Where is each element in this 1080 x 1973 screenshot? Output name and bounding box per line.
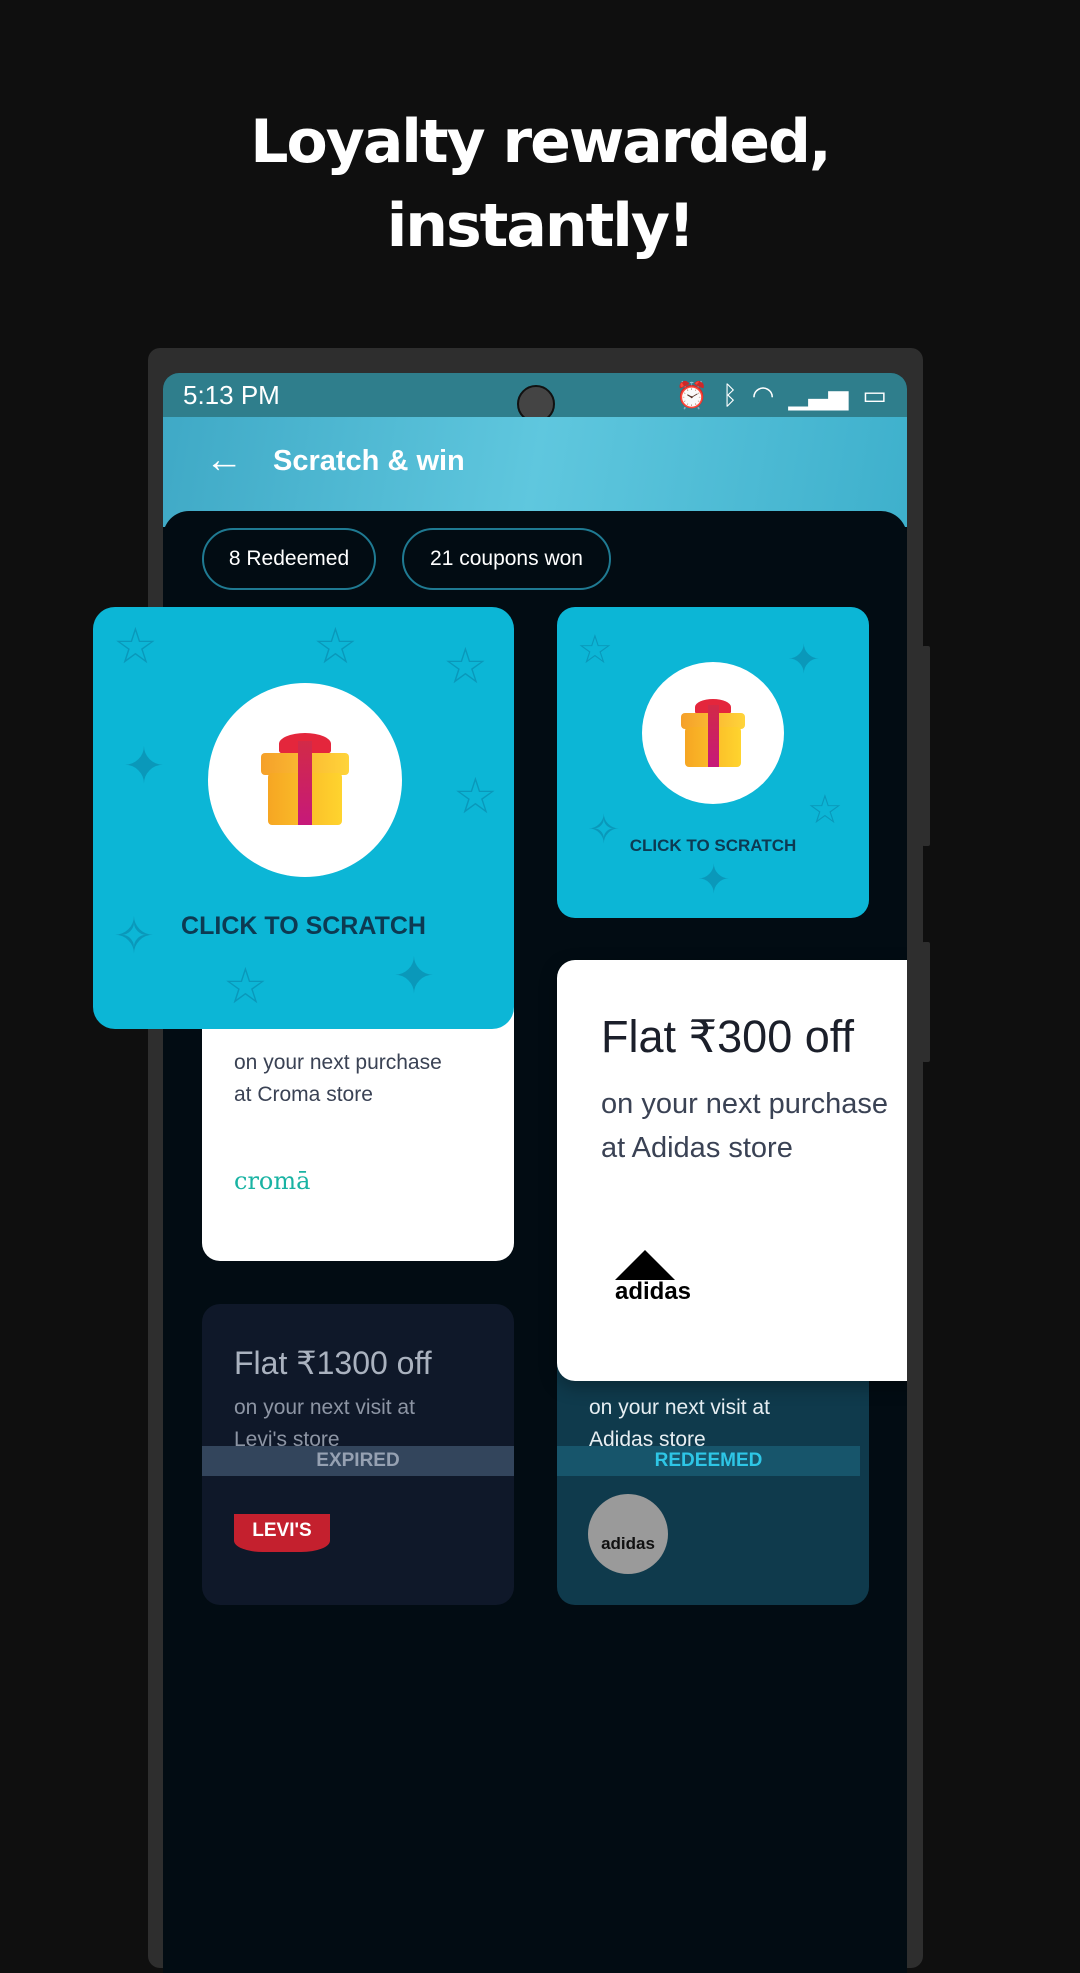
scratch-card-large[interactable]: ☆ ☆ ☆ ✦ ✧ ☆ ☆ ✦ CLICK TO SCRATCH xyxy=(93,607,514,1029)
croma-logo: cromā xyxy=(234,1167,311,1195)
coupon-line-1: on your next visit at xyxy=(234,1396,415,1419)
coupon-line-2: Levi's store xyxy=(234,1428,340,1446)
wifi-icon: ◠ xyxy=(751,379,775,410)
expired-badge: EXPIRED xyxy=(202,1446,514,1476)
headline-line-1: Loyalty rewarded, xyxy=(250,107,831,177)
star-icon: ✦ xyxy=(697,858,731,902)
phone-side-button xyxy=(922,942,930,1062)
star-icon: ✦ xyxy=(787,638,821,682)
star-icon: ☆ xyxy=(443,638,488,694)
coupon-line-1: on your next visit at xyxy=(589,1396,770,1419)
coupon-card-adidas[interactable]: Flat ₹300 off on your next purchase at A… xyxy=(557,960,907,1381)
adidas-logo: adidas xyxy=(615,1278,692,1305)
adidas-logo: adidas xyxy=(588,1494,668,1574)
headline: Loyalty rewarded, instantly! xyxy=(0,100,1080,268)
adidas-logo-mark xyxy=(615,1250,675,1280)
coupon-title: Flat ₹1300 off xyxy=(234,1345,432,1381)
scratch-card-small[interactable]: ☆ ✦ ✧ ☆ ✦ CLICK TO SCRATCH xyxy=(557,607,869,918)
redeemed-badge: REDEEMED xyxy=(557,1446,860,1476)
levis-logo: LEVI'S xyxy=(234,1514,330,1552)
gift-icon xyxy=(261,733,349,827)
adidas-logo-text: adidas xyxy=(601,1534,655,1553)
status-time: 5:13 PM xyxy=(183,379,280,410)
click-to-scratch-label: CLICK TO SCRATCH xyxy=(181,912,426,940)
phone-side-button xyxy=(922,646,930,846)
star-icon: ✦ xyxy=(123,738,165,794)
gift-icon xyxy=(681,699,745,769)
arrow-left-icon[interactable]: ← xyxy=(205,439,243,482)
coupon-line-1: on your next purchase xyxy=(601,1088,888,1120)
star-icon: ☆ xyxy=(313,618,358,674)
coupon-line-2: at Adidas store xyxy=(601,1132,793,1164)
coupon-line-1: on your next purchase xyxy=(234,1051,442,1074)
click-to-scratch-label: CLICK TO SCRATCH xyxy=(629,836,797,855)
star-icon: ☆ xyxy=(223,958,268,1014)
signal-icon: ▁▃▅ xyxy=(788,379,849,410)
coupon-title: Flat ₹300 off xyxy=(601,1011,854,1062)
star-icon: ✦ xyxy=(393,948,435,1004)
alarm-icon: ⏰ xyxy=(675,379,709,410)
star-icon: ☆ xyxy=(807,788,843,832)
redeemed-chip[interactable]: 8 Redeemed xyxy=(202,528,376,590)
bluetooth-icon: ᛒ xyxy=(722,379,738,410)
coupon-line-2: at Croma store xyxy=(234,1083,373,1106)
coupon-card-levis[interactable]: Flat ₹1300 off on your next visit at Lev… xyxy=(202,1304,514,1605)
star-icon: ☆ xyxy=(113,618,158,674)
battery-icon: ▭ xyxy=(862,379,887,410)
headline-line-2: instantly! xyxy=(386,191,696,261)
page-title: Scratch & win xyxy=(273,445,465,477)
star-icon: ☆ xyxy=(453,768,498,824)
coupon-line-2: Adidas store xyxy=(589,1428,706,1446)
star-icon: ☆ xyxy=(577,628,613,672)
coupons-won-chip[interactable]: 21 coupons won xyxy=(402,528,611,590)
